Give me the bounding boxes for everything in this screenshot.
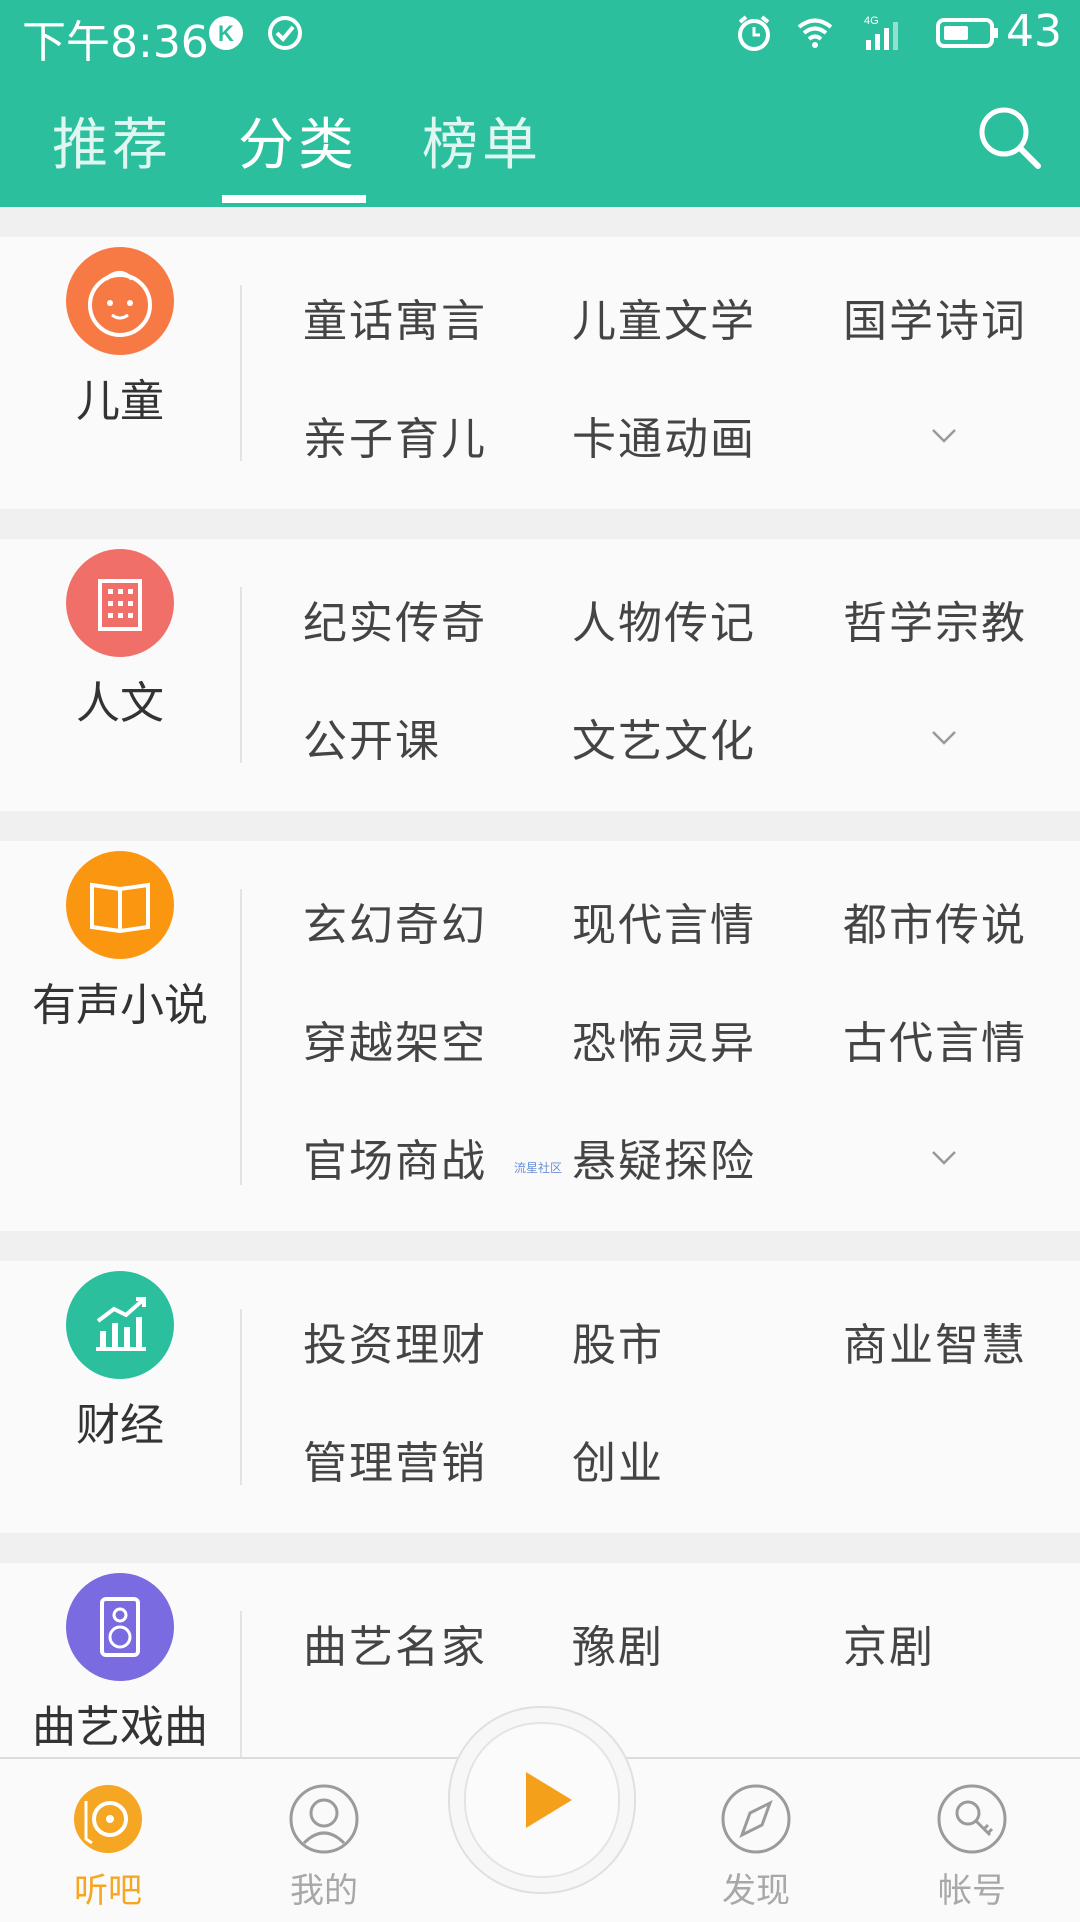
subcategory-item[interactable]: 穿越架空 [303, 1007, 487, 1071]
divider [240, 587, 242, 763]
subcategory-item[interactable]: 曲艺名家 [303, 1611, 487, 1675]
subcategory-item[interactable]: 都市传说 [843, 889, 1027, 953]
nav-discover[interactable]: 发现 [656, 1759, 856, 1922]
chart-growth-icon [66, 1271, 174, 1379]
nav-label: 帐号 [938, 1871, 1006, 1911]
play-button[interactable] [448, 1706, 636, 1894]
subcategory-item[interactable]: 童话寓言 [303, 285, 487, 349]
active-tab-indicator [222, 195, 366, 203]
wifi-icon [797, 18, 833, 48]
category-list: 儿童 童话寓言 儿童文学 国学诗词 亲子育儿 卡通动画 人文 纪实传奇 人物传记… [0, 207, 1080, 1757]
search-icon[interactable] [974, 102, 1046, 174]
subcategory-item[interactable]: 国学诗词 [843, 285, 1027, 349]
subcategory-item[interactable]: 官场商战 [303, 1125, 487, 1189]
play-icon [526, 1772, 572, 1828]
category-humanities: 人文 纪实传奇 人物传记 哲学宗教 公开课 文艺文化 [0, 539, 1080, 811]
app-header: 下午8:36 K 4G 43 推荐 分类 榜单 [0, 0, 1080, 207]
subcategory-item[interactable]: 玄幻奇幻 [303, 889, 487, 953]
subcategory-item[interactable]: 悬疑探险 [572, 1125, 756, 1189]
building-icon [66, 549, 174, 657]
category-title: 儿童 [76, 376, 164, 427]
subcategory-item[interactable]: 卡通动画 [572, 403, 756, 467]
subcategory-item[interactable]: 京剧 [843, 1611, 935, 1675]
subcategory-item[interactable]: 亲子育儿 [303, 403, 487, 467]
status-time: 下午8:36 [22, 17, 209, 68]
divider [240, 1309, 242, 1485]
category-children: 儿童 童话寓言 儿童文学 国学诗词 亲子育儿 卡通动画 [0, 237, 1080, 509]
battery-percent: 43 [1006, 6, 1062, 57]
speaker-icon [66, 1573, 174, 1681]
chevron-down-icon[interactable] [930, 427, 958, 445]
tab-ranking[interactable]: 榜单 [422, 100, 542, 181]
subcategory-item[interactable]: 古代言情 [843, 1007, 1027, 1071]
subcategory-item[interactable]: 文艺文化 [572, 705, 756, 769]
account-key-icon [937, 1784, 1007, 1854]
open-book-icon [66, 851, 174, 959]
watermark-text: 流星社区 [514, 1161, 563, 1175]
subcategory-item[interactable]: 儿童文学 [572, 285, 756, 349]
nav-label: 听吧 [74, 1871, 142, 1911]
play-button-inner [464, 1722, 620, 1878]
subcategory-item[interactable]: 恐怖灵异 [572, 1007, 756, 1071]
baby-face-icon [66, 247, 174, 355]
divider [240, 285, 242, 461]
subcategory-item[interactable]: 商业智慧 [843, 1309, 1027, 1373]
k-app-icon: K [209, 16, 243, 50]
category-title: 有声小说 [32, 980, 208, 1031]
nav-account[interactable]: 帐号 [872, 1759, 1072, 1922]
top-tabs: 推荐 分类 榜单 [0, 80, 1080, 207]
check-circle-icon [268, 16, 302, 50]
signal-icon: 4G [864, 15, 898, 50]
nav-listen[interactable]: 听吧 [8, 1759, 208, 1922]
battery-icon [936, 18, 998, 48]
tab-recommend[interactable]: 推荐 [52, 100, 172, 181]
status-bar: 下午8:36 K 4G 43 [0, 0, 1080, 70]
nav-label: 发现 [722, 1871, 790, 1911]
chevron-down-icon[interactable] [930, 1149, 958, 1167]
subcategory-item[interactable]: 公开课 [303, 705, 441, 769]
subcategory-item[interactable]: 现代言情 [572, 889, 756, 953]
compass-icon [721, 1784, 791, 1854]
category-title: 曲艺戏曲 [32, 1702, 208, 1753]
subcategory-item[interactable]: 人物传记 [572, 587, 756, 651]
subcategory-item[interactable]: 投资理财 [303, 1309, 487, 1373]
subcategory-item[interactable]: 创业 [572, 1427, 664, 1491]
subcategory-item[interactable]: 管理营销 [303, 1427, 487, 1491]
network-type: 4G [864, 15, 879, 27]
divider [240, 1611, 242, 1757]
user-avatar-icon [289, 1784, 359, 1854]
tab-category[interactable]: 分类 [238, 100, 358, 181]
divider [240, 889, 242, 1185]
chevron-down-icon[interactable] [930, 729, 958, 747]
svg-text:K: K [218, 21, 234, 46]
record-player-icon [74, 1785, 142, 1853]
subcategory-item[interactable]: 哲学宗教 [843, 587, 1027, 651]
nav-mine[interactable]: 我的 [224, 1759, 424, 1922]
category-finance: 财经 投资理财 股市 商业智慧 管理营销 创业 [0, 1261, 1080, 1533]
alarm-icon [738, 15, 770, 51]
subcategory-item[interactable]: 纪实传奇 [303, 587, 487, 651]
subcategory-item[interactable]: 豫剧 [572, 1611, 664, 1675]
category-title: 人文 [76, 678, 164, 729]
subcategory-item[interactable]: 股市 [572, 1309, 664, 1373]
category-title: 财经 [76, 1400, 164, 1451]
nav-label: 我的 [290, 1871, 358, 1911]
